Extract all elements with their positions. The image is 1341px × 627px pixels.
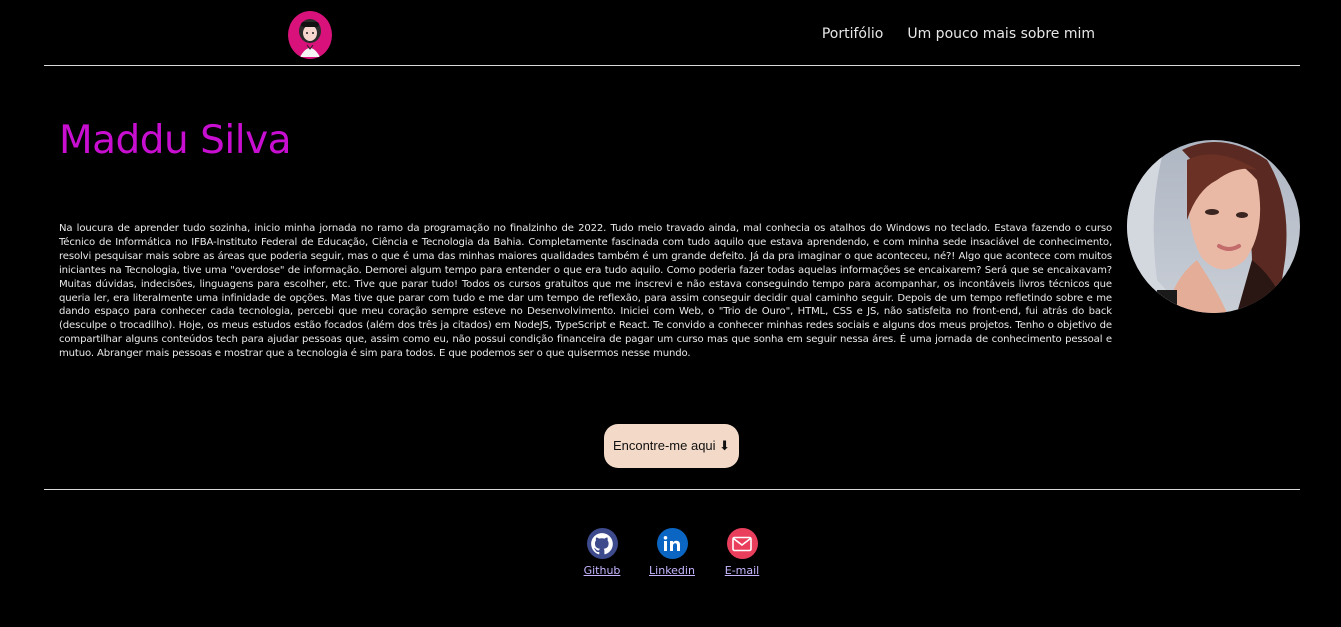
linkedin-link[interactable]: Linkedin xyxy=(649,564,695,577)
social-email[interactable]: E-mail xyxy=(707,528,777,577)
footer-divider xyxy=(44,489,1300,490)
github-link[interactable]: Github xyxy=(584,564,621,577)
social-linkedin[interactable]: Linkedin xyxy=(637,528,707,577)
header xyxy=(44,0,1300,66)
email-link[interactable]: E-mail xyxy=(725,564,760,577)
main-nav: Portifólio Um pouco mais sobre mim xyxy=(822,26,1095,42)
mail-icon[interactable] xyxy=(726,528,758,559)
avatar-icon xyxy=(299,19,321,57)
bio-paragraph: Na loucura de aprender tudo sozinha, ini… xyxy=(59,223,1112,360)
linkedin-icon[interactable] xyxy=(656,528,688,559)
portrait-image xyxy=(1127,140,1300,313)
social-github[interactable]: Github xyxy=(567,528,637,577)
profile-photo xyxy=(1127,140,1300,313)
find-me-button[interactable]: Encontre-me aqui ⬇ xyxy=(604,424,739,468)
nav-link-about[interactable]: Um pouco mais sobre mim xyxy=(907,26,1095,42)
nav-link-portfolio[interactable]: Portifólio xyxy=(822,26,883,42)
site-logo[interactable] xyxy=(288,11,332,59)
page-title: Maddu Silva xyxy=(59,118,292,163)
github-icon[interactable] xyxy=(586,528,618,559)
